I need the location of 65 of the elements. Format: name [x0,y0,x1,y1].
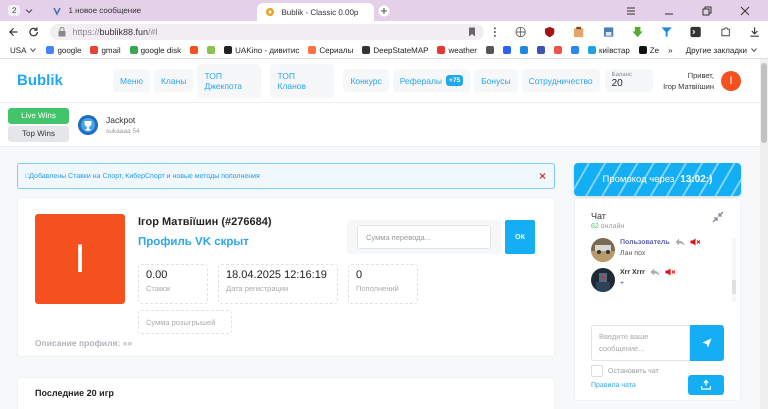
browser-tab[interactable]: 1 новое сообщение [38,2,254,20]
bookmark-favicon-icon[interactable] [486,46,494,54]
trophy-icon [78,114,98,134]
bookmark[interactable]: DeepStateMAP [362,46,428,54]
bookmark[interactable]: Другие закладки [686,46,758,54]
bookmark[interactable]: Ze [638,46,660,54]
tray-icon [701,380,711,390]
restore-icon[interactable] [702,6,712,16]
scrollbar[interactable] [760,59,768,409]
caret-icon [750,46,758,54]
balance-value: 20 [612,78,624,89]
download-arrow-icon[interactable] [632,26,644,38]
reload-icon[interactable] [28,26,40,38]
download-icon[interactable] [748,26,760,38]
bookmark[interactable]: google disk [130,46,182,54]
bookmark-favicon-icon[interactable] [502,46,511,54]
bookmark[interactable]: Сериалы [308,46,354,54]
v-logo-icon [52,6,62,16]
globe-icon[interactable] [514,26,526,38]
address-bar[interactable]: https://bublik88.fun/#l [50,24,484,40]
checkbox[interactable] [591,365,603,377]
bookmark[interactable]: київстар [588,46,630,54]
bookmark-favicon-icon[interactable] [536,46,545,54]
terminal-icon[interactable] [690,26,702,38]
tab-count-button[interactable]: 2 [8,5,20,16]
lock-icon [58,26,66,36]
clipboard-icon[interactable] [573,26,585,38]
profile-name: Ігор Матвіїшин (#276684) [138,216,272,228]
chat-title: Чат [591,211,607,221]
bookmark[interactable]: » [668,46,673,54]
new-tab-icon[interactable] [378,4,390,16]
send-icon [702,338,712,348]
mute-icon[interactable] [690,238,701,246]
mute-icon[interactable] [664,268,676,276]
bookmark-icon[interactable] [468,26,476,36]
funnel-icon[interactable] [661,26,672,38]
menu-icon[interactable] [626,6,636,16]
bookmark[interactable]: weather [437,46,477,54]
section-title: Последние 20 игр [35,388,115,398]
win-title: Jackpot [106,114,136,124]
browser-tab[interactable]: Bublik - Classic 0.00р [257,3,374,21]
wins-tab[interactable]: Top Wins [8,126,69,142]
bookmark-favicon-icon[interactable] [554,46,562,54]
puzzle-icon[interactable] [720,26,731,38]
collapse-icon[interactable] [712,211,724,223]
stat-value: 0.00 [146,269,168,281]
close-icon[interactable] [740,6,750,16]
back-icon[interactable] [8,26,20,38]
stat-value: 0 [356,269,364,281]
bookmark[interactable]: USA [10,46,38,54]
profile-avatar: I [35,214,125,304]
bookmark-favicon-icon[interactable] [570,46,579,54]
bookmark[interactable]: UAKino - дивитис [224,46,300,54]
site-favicon-icon [265,7,276,17]
bookmark[interactable]: google [46,46,82,54]
profile-description: Описание профиля: «» [35,338,134,348]
more-vertical-icon[interactable] [493,26,497,38]
shield-icon[interactable] [544,26,556,38]
bookmark-favicon-icon[interactable] [190,46,198,54]
bookmark-favicon-icon[interactable] [520,46,528,54]
bookmark[interactable]: gmail [90,46,121,54]
vk-status: Профиль VK скрыт [138,236,250,248]
close-button[interactable]: × [538,169,546,183]
caret-icon [29,46,38,54]
stat-value: 18.04.2025 12:16:19 [226,269,328,281]
